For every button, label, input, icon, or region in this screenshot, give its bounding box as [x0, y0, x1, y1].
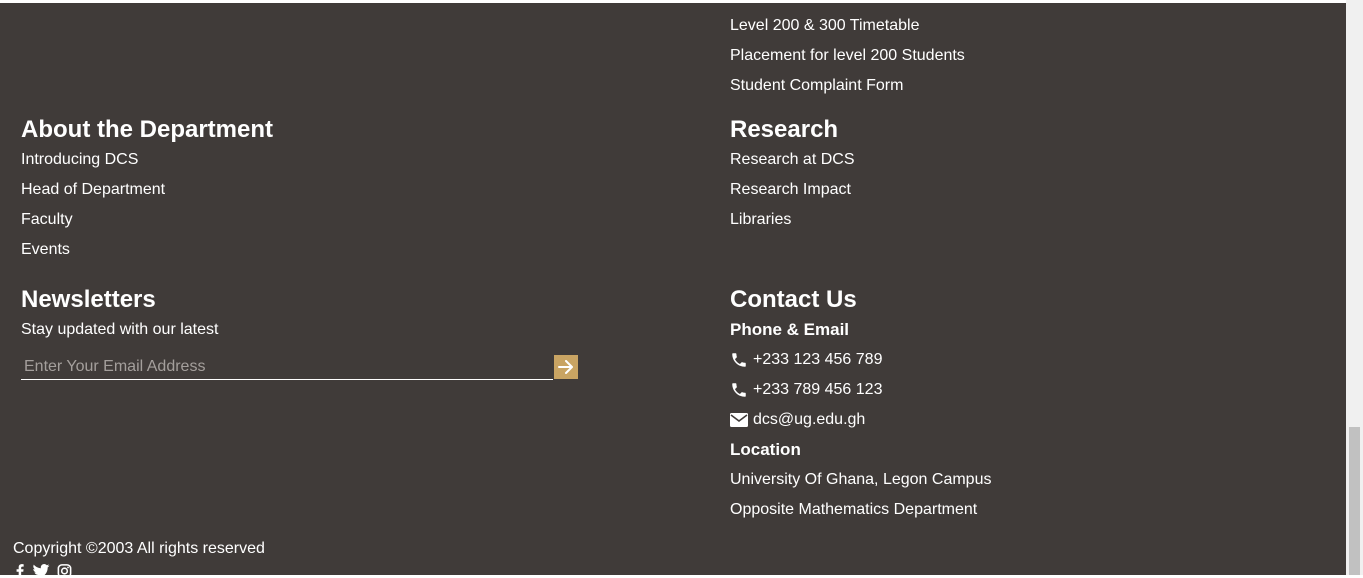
- newsletter-form: [21, 355, 578, 380]
- research-heading: Research: [730, 116, 839, 143]
- instagram-icon[interactable]: [57, 564, 72, 578]
- link-research-at-dcs[interactable]: Research at DCS: [730, 145, 855, 175]
- newsletter-section: Newsletters Stay updated with our latest: [21, 285, 218, 345]
- location-label: Location: [730, 440, 801, 459]
- copyright-text: Copyright ©2003 All rights reserved: [13, 540, 265, 557]
- site-footer: Level 200 & 300 Timetable Placement for …: [0, 3, 1346, 578]
- link-research-impact[interactable]: Research Impact: [730, 175, 855, 205]
- envelope-icon: [730, 413, 748, 427]
- link-placement[interactable]: Placement for level 200 Students: [730, 41, 965, 71]
- phone-email-label: Phone & Email: [730, 320, 850, 339]
- newsletter-text: Stay updated with our latest: [21, 321, 219, 338]
- link-events[interactable]: Events: [21, 235, 273, 265]
- phone-2: +233 789 456 123: [753, 381, 883, 398]
- phone-1: +233 123 456 789: [753, 351, 883, 368]
- newsletter-heading: Newsletters: [21, 286, 156, 313]
- student-links: Level 200 & 300 Timetable Placement for …: [730, 11, 965, 101]
- link-complaint-form[interactable]: Student Complaint Form: [730, 71, 965, 101]
- newsletter-submit-button[interactable]: [554, 355, 578, 379]
- arrow-right-icon: [558, 360, 573, 374]
- about-heading: About the Department: [21, 116, 273, 143]
- scrollbar-thumb[interactable]: [1349, 427, 1360, 575]
- phone-icon: [732, 383, 746, 397]
- link-introducing-dcs[interactable]: Introducing DCS: [21, 145, 273, 175]
- email-line: dcs@ug.edu.gh: [730, 405, 991, 435]
- contact-section: Contact Us Phone & Email +233 123 456 78…: [730, 285, 991, 525]
- link-head-of-department[interactable]: Head of Department: [21, 175, 273, 205]
- location-line-2: Opposite Mathematics Department: [730, 501, 978, 518]
- phone-line-2: +233 789 456 123: [730, 375, 991, 405]
- contact-heading: Contact Us: [730, 286, 857, 313]
- phone-line-1: +233 123 456 789: [730, 345, 991, 375]
- facebook-icon[interactable]: [15, 564, 25, 578]
- link-libraries[interactable]: Libraries: [730, 205, 855, 235]
- research-section: Research Research at DCS Research Impact…: [730, 115, 855, 235]
- link-faculty[interactable]: Faculty: [21, 205, 273, 235]
- twitter-icon[interactable]: [32, 564, 50, 578]
- email-address: dcs@ug.edu.gh: [753, 411, 866, 428]
- about-section: About the Department Introducing DCS Hea…: [21, 115, 273, 265]
- phone-icon: [732, 353, 746, 367]
- social-links: [15, 564, 72, 578]
- newsletter-email-input[interactable]: [21, 355, 553, 380]
- location-line-1: University Of Ghana, Legon Campus: [730, 471, 992, 488]
- link-timetable[interactable]: Level 200 & 300 Timetable: [730, 11, 965, 41]
